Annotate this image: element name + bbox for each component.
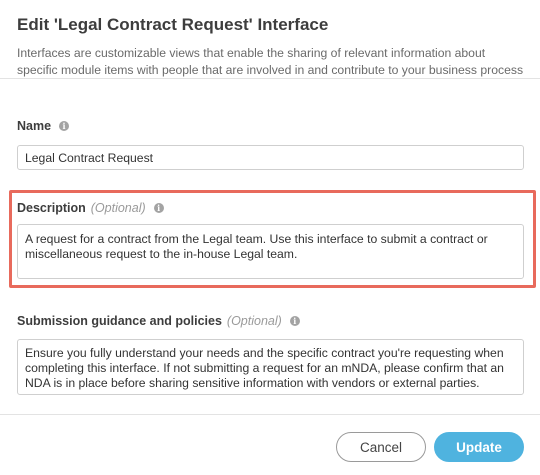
name-input[interactable]: Legal Contract Request [17, 145, 524, 170]
update-button[interactable]: Update [434, 432, 524, 462]
description-optional-tag: (Optional) [90, 201, 146, 215]
cancel-button[interactable]: Cancel [336, 432, 426, 462]
description-textarea[interactable]: A request for a contract from the Legal … [17, 224, 524, 279]
edit-interface-dialog: Edit 'Legal Contract Request' Interface … [0, 0, 540, 475]
info-icon[interactable]: i [153, 203, 164, 213]
guidance-label: Submission guidance and policies (Option… [17, 313, 524, 329]
name-label: Name i [17, 118, 524, 134]
info-icon[interactable]: i [289, 316, 300, 326]
name-field-group: Name i Legal Contract Request [17, 118, 524, 170]
description-label: Description (Optional) i [17, 200, 524, 216]
guidance-text-line: completing this interface. If not submit… [25, 361, 504, 375]
dialog-subtitle-line: specific module items with people that a… [17, 63, 524, 77]
guidance-text-line: Ensure you fully understand your needs a… [25, 346, 504, 360]
description-text-line: miscellaneous request to the in-house Le… [25, 247, 298, 261]
guidance-optional-tag: (Optional) [226, 314, 282, 328]
guidance-text-line: NDA is in place before sharing sensitive… [25, 376, 480, 390]
description-text-line: A request for a contract from the Legal … [25, 232, 488, 246]
guidance-textarea[interactable]: Ensure you fully understand your needs a… [17, 339, 524, 395]
dialog-subtitle: Interfaces are customizable views that e… [17, 45, 523, 79]
name-input-value: Legal Contract Request [25, 150, 154, 165]
description-field-group: Description (Optional) i A request for a… [17, 200, 524, 279]
guidance-field-group: Submission guidance and policies (Option… [17, 313, 524, 395]
dialog-footer: Cancel Update [0, 414, 540, 475]
dialog-title: Edit 'Legal Contract Request' Interface [17, 15, 329, 34]
dialog-header: Edit 'Legal Contract Request' Interface … [0, 0, 540, 79]
info-icon[interactable]: i [59, 121, 70, 131]
dialog-subtitle-line: Interfaces are customizable views that e… [17, 46, 486, 60]
description-label-text: Description [17, 201, 86, 215]
guidance-label-text: Submission guidance and policies [17, 314, 222, 328]
name-label-text: Name [17, 119, 52, 133]
